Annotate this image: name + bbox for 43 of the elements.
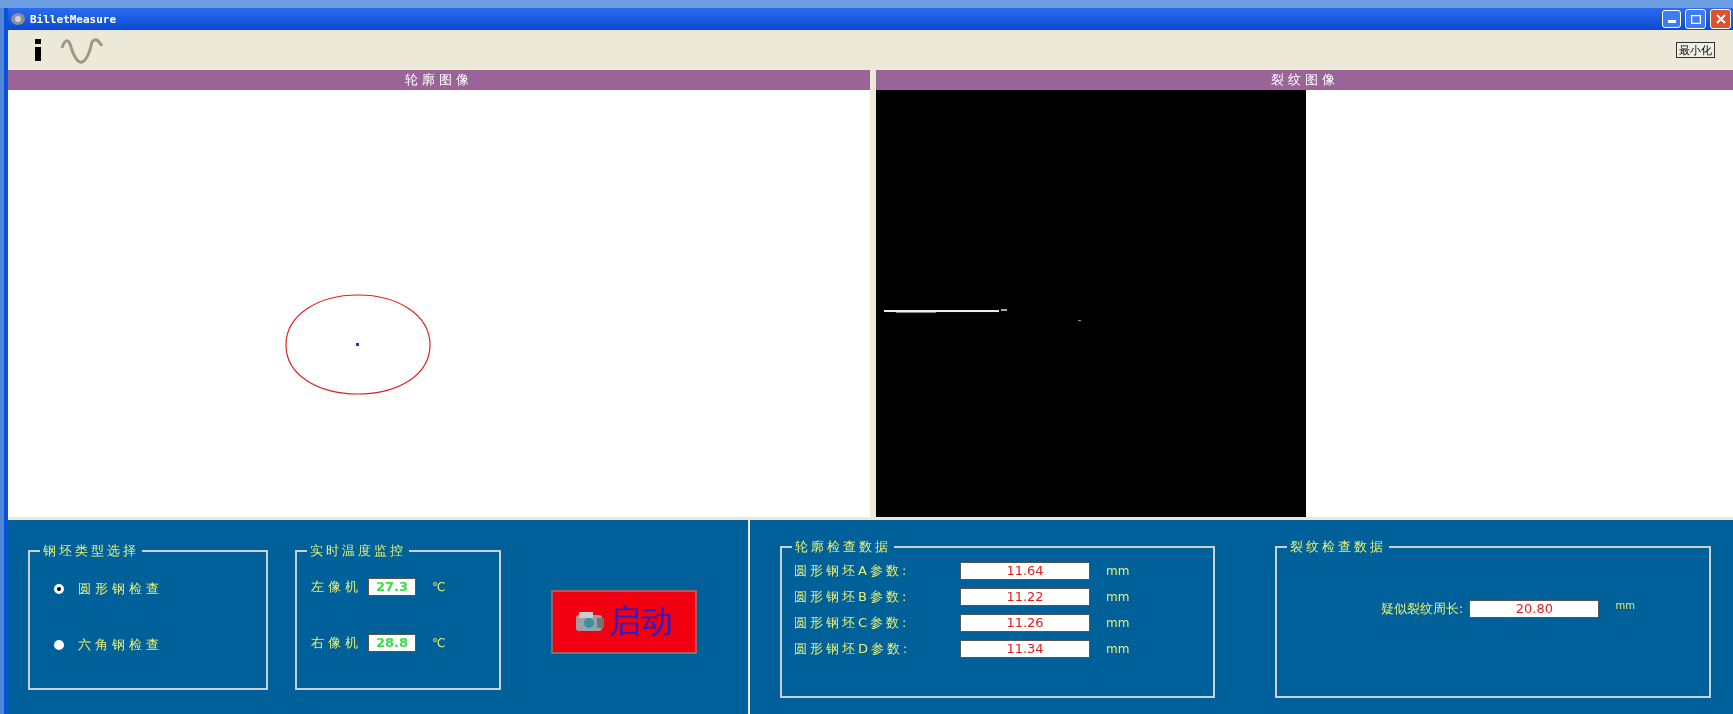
group-title: 钢坯类型选择 bbox=[42, 542, 140, 560]
radio-label: 圆形钢检查 bbox=[78, 580, 163, 598]
minimize-icon bbox=[1667, 20, 1676, 23]
unit-label: mm bbox=[1106, 564, 1130, 578]
field-label: 圆形钢坯C参数: bbox=[794, 614, 911, 632]
unit-label: mm bbox=[1106, 616, 1130, 630]
unit-label: mm bbox=[1106, 590, 1130, 604]
panel-header: 轮廓图像 bbox=[8, 70, 870, 90]
value-field: 11.26 bbox=[960, 614, 1090, 632]
unit-label: mm bbox=[1615, 600, 1635, 611]
value-field: 27.3 bbox=[368, 578, 416, 596]
window-title: BilletMeasure bbox=[30, 12, 117, 26]
info-icon[interactable] bbox=[34, 39, 42, 61]
unit-label: ℃ bbox=[432, 636, 446, 650]
value-field: 28.8 bbox=[368, 634, 416, 652]
radio-button[interactable] bbox=[54, 640, 64, 650]
unit-label: ℃ bbox=[432, 580, 446, 594]
radio-button[interactable] bbox=[54, 584, 64, 594]
maximize-button[interactable] bbox=[1685, 9, 1706, 29]
maximize-icon bbox=[1690, 14, 1701, 24]
unit-label: mm bbox=[1106, 642, 1130, 656]
camera-icon bbox=[575, 610, 605, 634]
group-title: 轮廓检查数据 bbox=[794, 538, 892, 556]
field-label: 圆形钢坯D参数: bbox=[794, 640, 912, 658]
minimize-button[interactable] bbox=[1662, 10, 1681, 28]
value-field: 11.34 bbox=[960, 640, 1090, 658]
field-label: 左像机 bbox=[311, 578, 362, 596]
group-title: 实时温度监控 bbox=[309, 542, 407, 560]
app-icon bbox=[10, 12, 26, 26]
close-icon bbox=[1715, 14, 1726, 24]
close-button[interactable] bbox=[1710, 9, 1731, 29]
value-field: 11.22 bbox=[960, 588, 1090, 606]
group-title: 裂纹检查数据 bbox=[1289, 538, 1387, 556]
panel-header: 裂纹图像 bbox=[876, 70, 1733, 90]
field-label: 疑似裂纹周长: bbox=[1381, 600, 1464, 618]
value-field: 20.80 bbox=[1469, 600, 1600, 618]
minimize-button[interactable]: 最小化 bbox=[1676, 42, 1715, 58]
field-label: 圆形钢坯B参数: bbox=[794, 588, 911, 606]
field-label: 圆形钢坯A参数: bbox=[794, 562, 911, 580]
wave-icon[interactable] bbox=[60, 36, 106, 64]
radio-label: 六角钢检查 bbox=[78, 636, 163, 654]
field-label: 右像机 bbox=[311, 634, 362, 652]
value-field: 11.64 bbox=[960, 562, 1090, 580]
